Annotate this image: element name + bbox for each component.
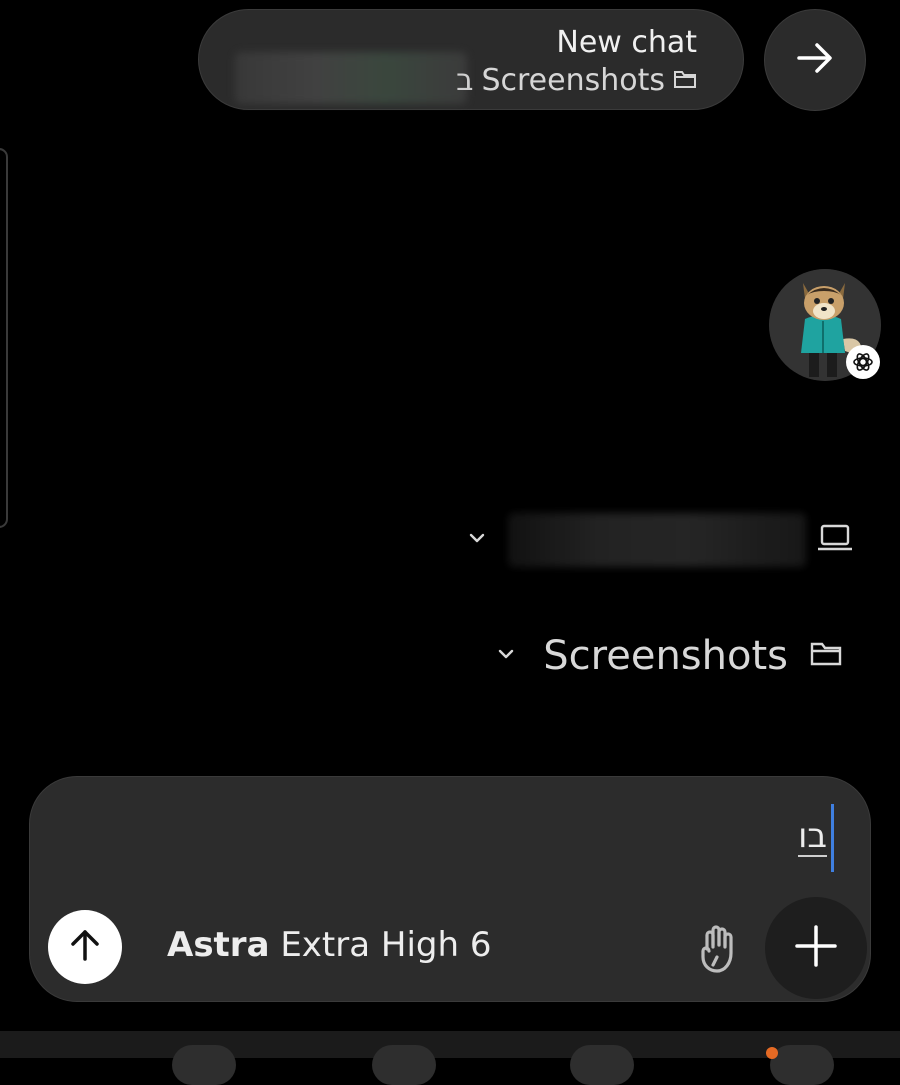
chevron-down-icon: [495, 643, 517, 669]
dock-item[interactable]: [172, 1045, 236, 1085]
folder-name: Screenshots: [481, 63, 665, 98]
path-lead-glyph: ב: [456, 63, 474, 98]
folder-icon: [810, 640, 842, 672]
redacted-device-name: [508, 513, 806, 567]
plus-icon: [793, 923, 839, 973]
send-button[interactable]: [48, 910, 122, 984]
model-selector[interactable]: Astra Extra High 6: [167, 925, 491, 965]
folder-selector[interactable]: Screenshots: [495, 628, 842, 684]
bottom-dock: [0, 1031, 900, 1085]
dock-item[interactable]: [372, 1045, 436, 1085]
openai-logo-icon: [846, 345, 880, 379]
redacted-path: [235, 52, 467, 104]
message-input-value: בו: [798, 816, 827, 857]
hand-stop-icon[interactable]: [695, 923, 743, 975]
text-cursor: [831, 804, 834, 872]
folder-icon: [673, 63, 697, 98]
message-input[interactable]: בו: [798, 804, 834, 872]
model-variant: Extra High 6: [280, 925, 492, 965]
open-chat-button[interactable]: [764, 9, 866, 111]
arrow-up-icon: [65, 925, 105, 969]
chat-title: New chat: [556, 25, 697, 60]
chat-header-pill[interactable]: New chat ב Screenshots: [198, 9, 744, 110]
model-name: Astra: [167, 925, 270, 965]
add-attachment-button[interactable]: [765, 897, 867, 999]
folder-label: Screenshots: [543, 633, 788, 679]
dock-item[interactable]: [770, 1045, 834, 1085]
chevron-down-icon: [466, 527, 488, 553]
chat-folder-path: ב Screenshots: [456, 63, 697, 98]
dock-item[interactable]: [570, 1045, 634, 1085]
message-composer: בו Astra Extra High 6: [29, 776, 871, 1002]
arrow-right-icon: [793, 36, 837, 84]
notification-dot: [766, 1047, 778, 1059]
sidebar-edge-handle[interactable]: [0, 148, 8, 528]
laptop-icon: [816, 523, 854, 557]
device-selector[interactable]: [466, 512, 854, 568]
